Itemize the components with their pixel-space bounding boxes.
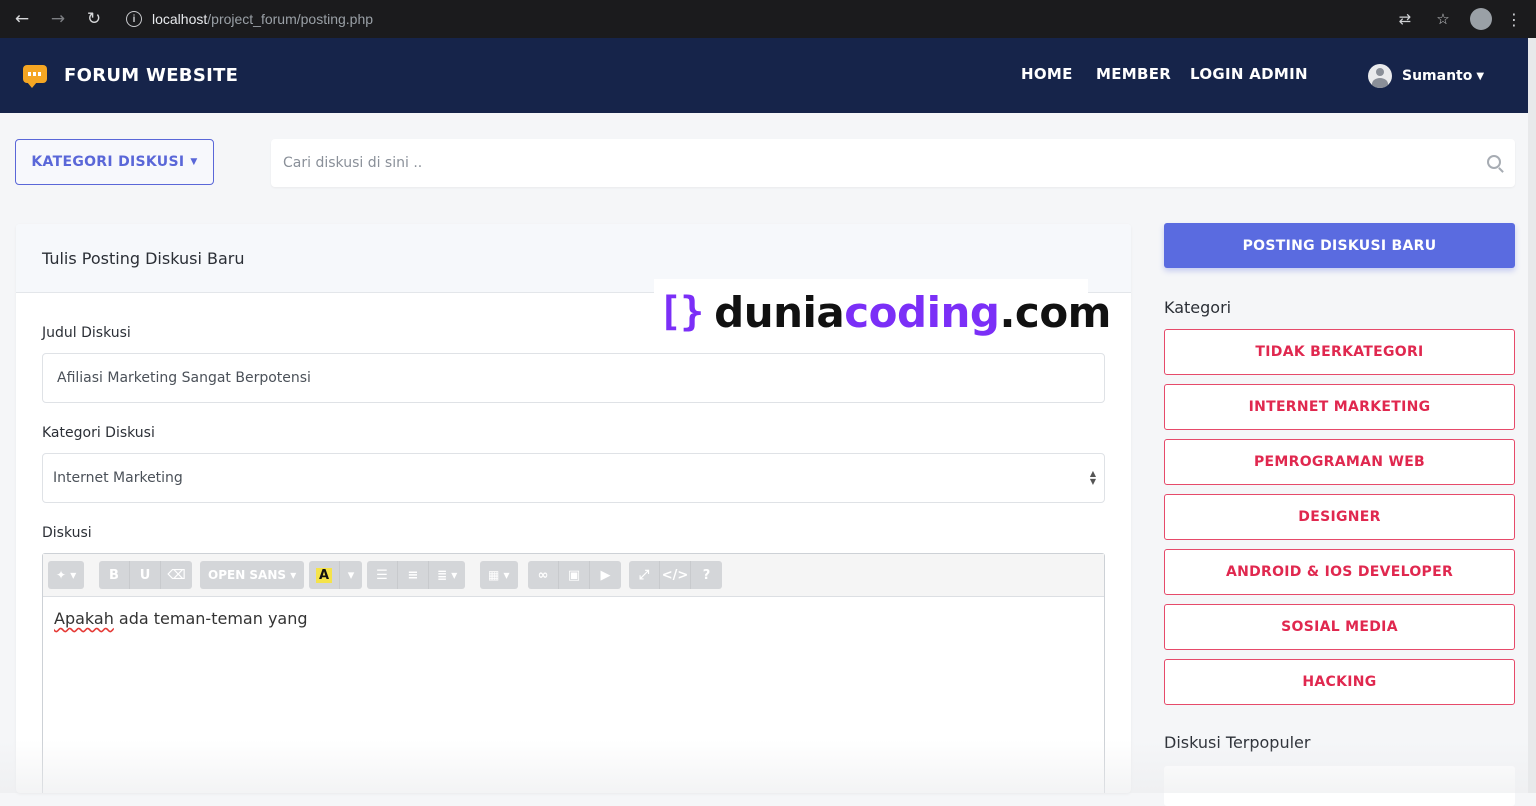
back-arrow-icon[interactable]: ←	[10, 7, 34, 31]
chevron-down-icon: ▼	[190, 157, 198, 167]
kategori-label: Kategori Diskusi	[42, 425, 155, 441]
watermark-text: duniacoding.com	[714, 288, 1111, 337]
search-bar	[271, 139, 1515, 187]
image-icon[interactable]: ▣	[559, 561, 590, 589]
style-group: ✦ ▾	[48, 561, 85, 589]
watermark-text-b: coding	[844, 287, 1000, 337]
underline-button[interactable]: U	[130, 561, 161, 589]
star-icon[interactable]: ☆	[1432, 8, 1454, 30]
site-navbar: FORUM WEBSITE HOME MEMBER LOGIN ADMIN Su…	[0, 38, 1528, 113]
magic-wand-icon[interactable]: ✦ ▾	[48, 561, 84, 589]
more-icon[interactable]: ⋮	[1506, 10, 1522, 29]
url-host: localhost	[152, 11, 208, 27]
nav-home[interactable]: HOME	[1021, 65, 1073, 83]
judul-value: Afiliasi Marketing Sangat Berpotensi	[57, 370, 311, 386]
category-button[interactable]: ANDROID & IOS DEVELOPER	[1164, 549, 1515, 595]
kategori-select[interactable]: Internet Marketing ▲ ▼	[42, 453, 1105, 503]
watermark-logo: [} duniacoding.com	[654, 279, 1111, 345]
site-brand[interactable]: FORUM WEBSITE	[64, 65, 238, 86]
category-button[interactable]: PEMROGRAMAN WEB	[1164, 439, 1515, 485]
numbered-list-icon[interactable]: ≡	[398, 561, 429, 589]
text-color-button[interactable]: A	[309, 561, 340, 589]
help-icon[interactable]: ?	[691, 561, 722, 589]
scrollbar[interactable]	[1528, 38, 1536, 793]
link-icon[interactable]: ∞	[528, 561, 559, 589]
category-button[interactable]: DESIGNER	[1164, 494, 1515, 540]
fullscreen-icon[interactable]: ⤢	[629, 561, 660, 589]
category-button[interactable]: HACKING	[1164, 659, 1515, 705]
chevron-down-icon[interactable]: ▾	[340, 561, 362, 589]
format-group: B U ⌫	[99, 561, 192, 589]
kategori-dropdown-button[interactable]: KATEGORI DISKUSI ▼	[15, 139, 214, 185]
search-icon[interactable]	[1487, 155, 1501, 169]
url-path: /project_forum/posting.php	[207, 11, 374, 27]
editor-toolbar: ✦ ▾ B U ⌫ OPEN SANS ▾ A ▾ ☰ ≡ ≣ ▾ ▦ ▾ ∞ …	[43, 554, 1104, 597]
bold-button[interactable]: B	[99, 561, 130, 589]
font-group: OPEN SANS ▾	[200, 561, 305, 589]
rich-text-editor[interactable]: ✦ ▾ B U ⌫ OPEN SANS ▾ A ▾ ☰ ≡ ≣ ▾ ▦ ▾ ∞ …	[42, 553, 1105, 793]
category-button[interactable]: INTERNET MARKETING	[1164, 384, 1515, 430]
reload-icon[interactable]: ↻	[82, 7, 106, 31]
popular-list	[1164, 766, 1515, 806]
kategori-heading: Kategori	[1164, 298, 1232, 317]
user-name: Sumanto	[1402, 68, 1473, 84]
misc-group: ⤢ </> ?	[629, 561, 722, 589]
watermark-text-a: dunia	[714, 287, 845, 337]
font-family-label: OPEN SANS	[208, 568, 287, 582]
nav-member[interactable]: MEMBER	[1096, 65, 1171, 83]
form-title: Tulis Posting Diskusi Baru	[42, 249, 245, 268]
profile-icon[interactable]	[1470, 8, 1492, 30]
editor-text: ada teman-teman yang	[113, 609, 308, 628]
search-input[interactable]	[283, 151, 1463, 175]
forward-arrow-icon[interactable]: →	[46, 7, 70, 31]
editor-content[interactable]: Apakah ada teman-teman yang	[54, 609, 308, 628]
judul-label: Judul Diskusi	[42, 325, 131, 341]
popular-heading: Diskusi Terpopuler	[1164, 733, 1311, 752]
category-button[interactable]: TIDAK BERKATEGORI	[1164, 329, 1515, 375]
font-family-button[interactable]: OPEN SANS ▾	[200, 561, 304, 589]
eraser-icon[interactable]: ⌫	[161, 561, 192, 589]
watermark-bracket: [}	[658, 289, 704, 335]
kategori-dropdown-label: KATEGORI DISKUSI	[31, 154, 185, 170]
chevron-down-icon: ▼	[1476, 70, 1485, 82]
color-group: A ▾	[309, 561, 362, 589]
judul-input[interactable]: Afiliasi Marketing Sangat Berpotensi	[42, 353, 1105, 403]
code-view-icon[interactable]: </>	[660, 561, 691, 589]
info-icon[interactable]: i	[126, 11, 142, 27]
video-icon[interactable]: ▶	[590, 561, 621, 589]
category-button[interactable]: SOSIAL MEDIA	[1164, 604, 1515, 650]
watermark-text-c: .com	[999, 287, 1111, 337]
align-icon[interactable]: ≣ ▾	[429, 561, 465, 589]
table-icon[interactable]: ▦ ▾	[480, 561, 518, 589]
avatar	[1368, 64, 1392, 88]
user-menu[interactable]: Sumanto ▼	[1368, 64, 1484, 88]
translate-icon[interactable]: ⇄	[1394, 8, 1416, 30]
chat-logo-icon[interactable]	[23, 65, 47, 88]
kategori-value: Internet Marketing	[53, 470, 183, 486]
bullet-list-icon[interactable]: ☰	[367, 561, 398, 589]
table-group: ▦ ▾	[480, 561, 518, 589]
select-arrows-icon: ▲ ▼	[1089, 469, 1096, 486]
nav-login-admin[interactable]: LOGIN ADMIN	[1190, 65, 1308, 83]
insert-group: ∞ ▣ ▶	[528, 561, 621, 589]
address-bar[interactable]: i localhost/project_forum/posting.php	[126, 11, 373, 27]
diskusi-label: Diskusi	[42, 525, 92, 541]
browser-toolbar: ← → ↻ i localhost/project_forum/posting.…	[0, 0, 1536, 38]
misspelled-word: Apakah	[54, 609, 114, 628]
post-new-discussion-button[interactable]: POSTING DISKUSI BARU	[1164, 223, 1515, 268]
list-group: ☰ ≡ ≣ ▾	[367, 561, 466, 589]
